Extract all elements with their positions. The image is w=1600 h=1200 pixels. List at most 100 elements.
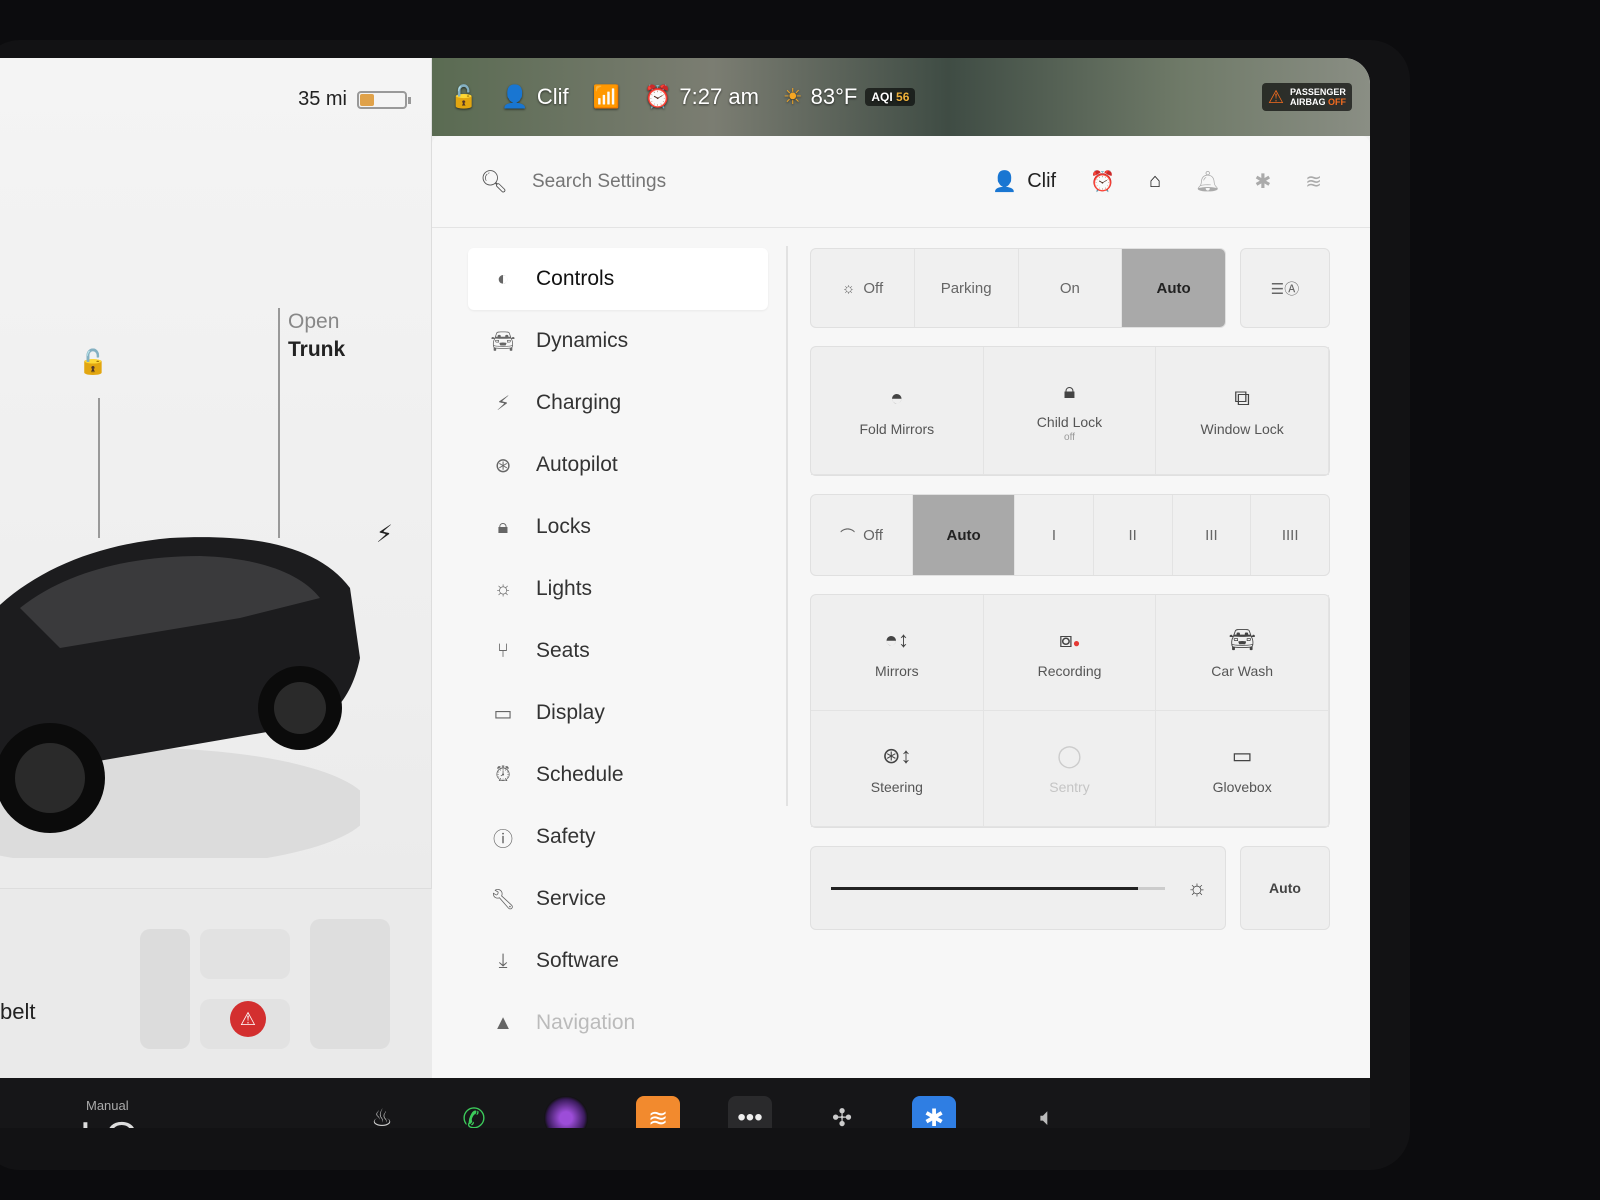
sentry-button[interactable]: ◯ Sentry — [983, 711, 1157, 827]
battery-fill — [360, 93, 374, 106]
fold-mirrors-button[interactable]: ◓ Fold Mirrors — [811, 347, 984, 475]
sentry-icon: ◯ — [1057, 742, 1082, 768]
bell-icon[interactable]: 🔔︎ — [1195, 169, 1220, 194]
unlock-icon[interactable]: 🔓 — [78, 348, 108, 377]
nav-item-display[interactable]: ▭ Display — [468, 682, 768, 744]
volume-icon[interactable]: 🔈︎ — [1040, 1104, 1054, 1128]
aqi-value: 56 — [896, 90, 910, 104]
car-wash-button[interactable]: 🚘︎ Car Wash — [1156, 595, 1329, 711]
alarm-icon[interactable]: ⏰ — [1090, 169, 1115, 194]
profile-name: Clif — [536, 84, 569, 109]
nav-item-schedule[interactable]: ⏰︎ Schedule — [468, 744, 768, 806]
label: Auto — [1156, 279, 1191, 297]
nav-item-locks[interactable]: 🔒︎ Locks — [468, 496, 768, 558]
label: Car Wash — [1211, 662, 1274, 679]
label: Glovebox — [1212, 778, 1272, 795]
nav-item-safety[interactable]: ⓘ Safety — [468, 806, 768, 868]
window-lock-button[interactable]: ⧉ Window Lock — [1156, 347, 1329, 475]
nav-label: Schedule — [536, 763, 624, 786]
wiper-speed-1-button[interactable]: I — [1015, 495, 1094, 575]
nav-item-service[interactable]: 🔧︎ Service — [468, 868, 768, 930]
steering-adjust-icon: ⊛↕ — [882, 742, 912, 768]
aqi-label: AQI — [871, 90, 893, 104]
profile-status[interactable]: 👤 Clif — [501, 84, 568, 110]
alarm-icon: ⏰︎ — [495, 763, 511, 786]
steering-adjust-button[interactable]: ⊛↕ Steering — [811, 711, 984, 827]
airbag-line1: PASSENGER — [1289, 87, 1346, 97]
bluetooth-icon[interactable]: ✱ — [912, 1096, 956, 1128]
label: III — [1205, 526, 1218, 544]
bluetooth-icon[interactable]: ✱ — [1254, 169, 1271, 194]
label: II — [1128, 526, 1137, 544]
nav-item-controls[interactable]: ◐ Controls — [468, 248, 768, 310]
phone-icon[interactable]: ✆ — [452, 1096, 496, 1129]
label: Auto — [946, 526, 981, 544]
mirrors-adjust-button[interactable]: ◓↕ Mirrors — [811, 595, 984, 711]
homelink-icon[interactable]: ⌂ — [1149, 170, 1161, 193]
search-icon[interactable]: 🔍︎ — [480, 169, 508, 195]
headlight-parking-button[interactable]: Parking — [915, 249, 1019, 327]
nav-label: Autopilot — [536, 453, 618, 476]
profile-button[interactable]: 👤 Clif — [992, 169, 1056, 194]
nav-item-lights[interactable]: ☼ Lights — [468, 558, 768, 620]
recording-button[interactable]: ⧇● Recording — [983, 595, 1157, 711]
seatbelt-warning-icon: ⚠ — [230, 1001, 266, 1037]
nav-label: Locks — [536, 515, 591, 538]
headlight-auto-button[interactable]: Auto — [1122, 249, 1225, 327]
cabin-temperature: LO — [80, 1113, 140, 1128]
label: Recording — [1037, 662, 1102, 679]
charge-port-icon[interactable]: ⚡ — [376, 520, 393, 549]
light-icon: ☼ — [493, 577, 513, 600]
passenger-airbag-status: ⚠ PASSENGER AIRBAG OFF — [1261, 83, 1352, 111]
climate-mode: Manual — [86, 1098, 129, 1113]
brightness-slider[interactable]: ☼ — [810, 846, 1226, 930]
more-apps-icon[interactable]: ••• — [728, 1096, 772, 1128]
search-input[interactable] — [531, 170, 872, 193]
camera-icon[interactable] — [544, 1096, 588, 1128]
brightness-auto-button[interactable]: Auto — [1240, 846, 1330, 930]
wiper-speed-4-button[interactable]: IIII — [1251, 495, 1329, 575]
alarm-icon: ⏰ — [644, 84, 672, 109]
slider-fill — [831, 887, 1139, 890]
headlight-on-button[interactable]: On — [1019, 249, 1123, 327]
display-icon: ▭ — [493, 702, 513, 725]
lock-status-icon[interactable]: 🔓 — [450, 84, 477, 110]
range-text: 35 mi — [298, 88, 347, 110]
download-icon: ⤓ — [498, 949, 508, 972]
nav-item-software[interactable]: ⤓ Software — [468, 930, 768, 992]
bolt-icon: ⚡︎ — [495, 392, 511, 415]
nav-item-navigation[interactable]: ▲ Navigation — [468, 992, 768, 1054]
wiper-off-button[interactable]: ⌒ Off — [811, 495, 914, 575]
wiper-auto-button[interactable]: Auto — [913, 495, 1016, 575]
fan-icon[interactable]: ✣ — [820, 1096, 864, 1129]
headlight-off-button[interactable]: ☼ Off — [811, 249, 915, 327]
person-icon: 👤 — [501, 84, 529, 109]
airbag-icon: ⚠ — [1267, 87, 1284, 107]
temperature-text: 83°F — [810, 84, 858, 109]
nav-item-autopilot[interactable]: ⊛ Autopilot — [468, 434, 768, 496]
glovebox-button[interactable]: ▭ Glovebox — [1156, 711, 1329, 827]
battery-icon — [357, 90, 411, 109]
label: Auto — [1269, 880, 1301, 896]
nav-label: Controls — [536, 267, 615, 290]
wiper-speed-2-button[interactable]: II — [1094, 495, 1173, 575]
climate-control[interactable]: Manual LO ‹ › — [80, 1098, 140, 1128]
child-lock-button[interactable]: 🔒︎ Child Lock off — [983, 347, 1157, 475]
wiper-speed-3-button[interactable]: III — [1173, 495, 1252, 575]
nav-scrollbar[interactable] — [786, 246, 788, 806]
nav-item-charging[interactable]: ⚡︎ Charging — [468, 372, 768, 434]
car-panel: 35 mi 🔓 Open Trunk ⚡ belt ⚠ — [0, 58, 432, 1078]
nav-item-dynamics[interactable]: 🚘︎ Dynamics — [468, 310, 768, 372]
nav-item-seats[interactable]: ⑂ Seats — [468, 620, 768, 682]
audible-icon[interactable]: ≋ — [636, 1096, 680, 1128]
wrench-icon: 🔧︎ — [490, 888, 516, 911]
auto-high-beam-icon: ☰Ⓐ — [1270, 280, 1300, 298]
rear-defrost-icon[interactable]: ♨ — [360, 1096, 404, 1129]
label: On — [1059, 279, 1080, 297]
wifi-icon[interactable]: ≋ — [1305, 169, 1322, 194]
auto-high-beam-button[interactable]: ☰Ⓐ — [1240, 248, 1330, 328]
label: IIII — [1281, 526, 1299, 544]
open-trunk-button[interactable]: Open Trunk — [288, 308, 345, 364]
seat-icon: ⑂ — [497, 639, 509, 662]
label: Child Lock — [1036, 414, 1103, 430]
